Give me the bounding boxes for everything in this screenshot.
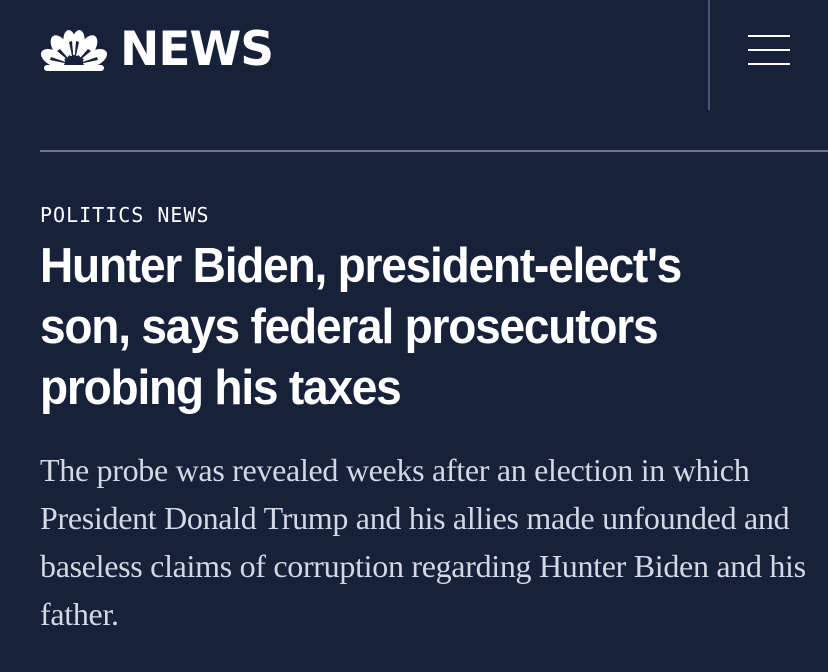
nbc-peacock-icon	[40, 30, 108, 71]
hamburger-menu-icon	[748, 35, 790, 37]
article-dek: The probe was revealed weeks after an el…	[40, 452, 806, 632]
menu-button[interactable]	[748, 35, 790, 67]
nbc-news-logo[interactable]: NEWS	[40, 22, 274, 77]
header-divider	[708, 0, 710, 110]
section-label-link[interactable]: POLITICS NEWS	[40, 203, 210, 227]
logo-wordmark: NEWS	[120, 22, 274, 77]
header-rule	[40, 150, 828, 152]
site-header: NEWS	[0, 0, 828, 110]
article-headline: Hunter Biden, president-elect's son, say…	[40, 239, 682, 415]
